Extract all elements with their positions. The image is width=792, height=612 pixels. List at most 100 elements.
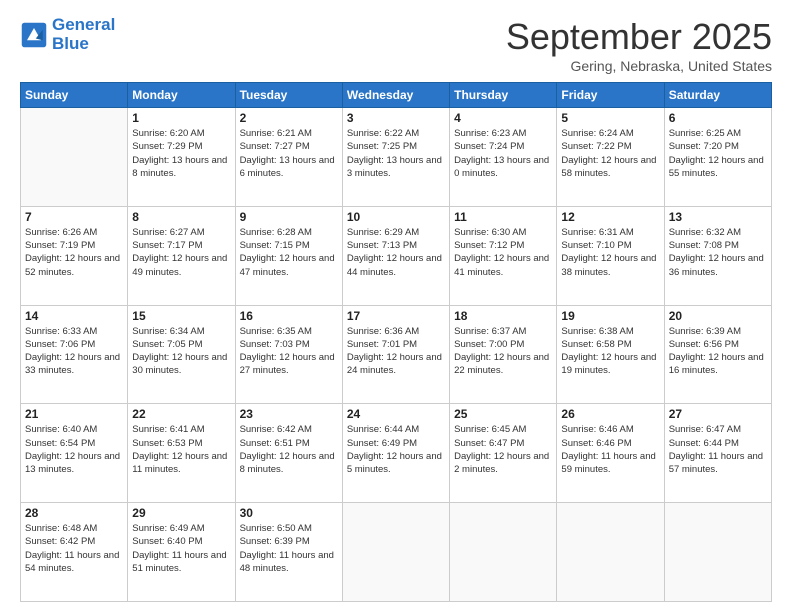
day-info: Sunrise: 6:47 AMSunset: 6:44 PMDaylight:…: [669, 423, 767, 476]
calendar-week-row: 1Sunrise: 6:20 AMSunset: 7:29 PMDaylight…: [21, 108, 772, 207]
day-info: Sunrise: 6:45 AMSunset: 6:47 PMDaylight:…: [454, 423, 552, 476]
day-info: Sunrise: 6:50 AMSunset: 6:39 PMDaylight:…: [240, 522, 338, 575]
day-number: 26: [561, 407, 659, 421]
calendar-cell: 14 Sunrise: 6:33 AMSunset: 7:06 PMDayligh…: [21, 305, 128, 404]
day-number: 9: [240, 210, 338, 224]
calendar-cell: 13Sunrise: 6:32 AMSunset: 7:08 PMDayligh…: [664, 206, 771, 305]
day-number: 30: [240, 506, 338, 520]
calendar-table: SundayMondayTuesdayWednesdayThursdayFrid…: [20, 82, 772, 602]
day-number: 20: [669, 309, 767, 323]
day-number: 22: [132, 407, 230, 421]
day-info: Sunrise: 6:34 AMSunset: 7:05 PMDaylight:…: [132, 325, 230, 378]
day-info: Sunrise: 6:49 AMSunset: 6:40 PMDaylight:…: [132, 522, 230, 575]
calendar-cell: 15 Sunrise: 6:34 AMSunset: 7:05 PMDayligh…: [128, 305, 235, 404]
day-number: 7: [25, 210, 123, 224]
day-of-week-header: Tuesday: [235, 83, 342, 108]
day-info: Sunrise: 6:26 AMSunset: 7:19 PMDaylight:…: [25, 226, 123, 279]
day-info: Sunrise: 6:30 AMSunset: 7:12 PMDaylight:…: [454, 226, 552, 279]
calendar-cell: 27Sunrise: 6:47 AMSunset: 6:44 PMDayligh…: [664, 404, 771, 503]
day-info: Sunrise: 6:36 AMSunset: 7:01 PMDaylight:…: [347, 325, 445, 378]
page: General Blue September 2025 Gering, Nebr…: [0, 0, 792, 612]
calendar-cell: [450, 503, 557, 602]
day-info: Sunrise: 6:27 AMSunset: 7:17 PMDaylight:…: [132, 226, 230, 279]
day-number: 21: [25, 407, 123, 421]
calendar-cell: 23 Sunrise: 6:42 AMSunset: 6:51 PMDayligh…: [235, 404, 342, 503]
day-number: 28: [25, 506, 123, 520]
calendar-cell: 10Sunrise: 6:29 AMSunset: 7:13 PMDayligh…: [342, 206, 449, 305]
day-info: Sunrise: 6:41 AMSunset: 6:53 PMDaylight:…: [132, 423, 230, 476]
day-info: Sunrise: 6:35 AMSunset: 7:03 PMDaylight:…: [240, 325, 338, 378]
day-info: Sunrise: 6:21 AMSunset: 7:27 PMDaylight:…: [240, 127, 338, 180]
calendar-cell: 7 Sunrise: 6:26 AMSunset: 7:19 PMDaylight…: [21, 206, 128, 305]
day-number: 1: [132, 111, 230, 125]
day-info: Sunrise: 6:42 AMSunset: 6:51 PMDaylight:…: [240, 423, 338, 476]
day-info: Sunrise: 6:31 AMSunset: 7:10 PMDaylight:…: [561, 226, 659, 279]
calendar-cell: 30 Sunrise: 6:50 AMSunset: 6:39 PMDayligh…: [235, 503, 342, 602]
day-info: Sunrise: 6:33 AMSunset: 7:06 PMDaylight:…: [25, 325, 123, 378]
calendar-cell: 16 Sunrise: 6:35 AMSunset: 7:03 PMDayligh…: [235, 305, 342, 404]
calendar-cell: 17 Sunrise: 6:36 AMSunset: 7:01 PMDayligh…: [342, 305, 449, 404]
calendar-cell: 25 Sunrise: 6:45 AMSunset: 6:47 PMDayligh…: [450, 404, 557, 503]
calendar-cell: 18Sunrise: 6:37 AMSunset: 7:00 PMDayligh…: [450, 305, 557, 404]
day-number: 12: [561, 210, 659, 224]
calendar-cell: [21, 108, 128, 207]
calendar-week-row: 14 Sunrise: 6:33 AMSunset: 7:06 PMDayligh…: [21, 305, 772, 404]
day-of-week-header: Friday: [557, 83, 664, 108]
day-info: Sunrise: 6:40 AMSunset: 6:54 PMDaylight:…: [25, 423, 123, 476]
day-number: 4: [454, 111, 552, 125]
calendar-cell: 2 Sunrise: 6:21 AMSunset: 7:27 PMDaylight…: [235, 108, 342, 207]
day-number: 17: [347, 309, 445, 323]
day-number: 8: [132, 210, 230, 224]
day-info: Sunrise: 6:25 AMSunset: 7:20 PMDaylight:…: [669, 127, 767, 180]
calendar-week-row: 28Sunrise: 6:48 AMSunset: 6:42 PMDayligh…: [21, 503, 772, 602]
day-info: Sunrise: 6:38 AMSunset: 6:58 PMDaylight:…: [561, 325, 659, 378]
day-number: 2: [240, 111, 338, 125]
day-number: 6: [669, 111, 767, 125]
calendar-cell: 11 Sunrise: 6:30 AMSunset: 7:12 PMDayligh…: [450, 206, 557, 305]
day-of-week-header: Monday: [128, 83, 235, 108]
title-block: September 2025 Gering, Nebraska, United …: [506, 16, 772, 74]
day-number: 14: [25, 309, 123, 323]
calendar-cell: 29 Sunrise: 6:49 AMSunset: 6:40 PMDayligh…: [128, 503, 235, 602]
location-subtitle: Gering, Nebraska, United States: [506, 58, 772, 74]
day-info: Sunrise: 6:37 AMSunset: 7:00 PMDaylight:…: [454, 325, 552, 378]
day-of-week-header: Sunday: [21, 83, 128, 108]
day-number: 5: [561, 111, 659, 125]
day-info: Sunrise: 6:22 AMSunset: 7:25 PMDaylight:…: [347, 127, 445, 180]
days-header-row: SundayMondayTuesdayWednesdayThursdayFrid…: [21, 83, 772, 108]
day-number: 23: [240, 407, 338, 421]
calendar-cell: [664, 503, 771, 602]
calendar-cell: 24Sunrise: 6:44 AMSunset: 6:49 PMDayligh…: [342, 404, 449, 503]
calendar-cell: [557, 503, 664, 602]
day-info: Sunrise: 6:44 AMSunset: 6:49 PMDaylight:…: [347, 423, 445, 476]
calendar-cell: 22 Sunrise: 6:41 AMSunset: 6:53 PMDayligh…: [128, 404, 235, 503]
calendar-cell: 1Sunrise: 6:20 AMSunset: 7:29 PMDaylight…: [128, 108, 235, 207]
day-info: Sunrise: 6:32 AMSunset: 7:08 PMDaylight:…: [669, 226, 767, 279]
calendar-week-row: 7 Sunrise: 6:26 AMSunset: 7:19 PMDaylight…: [21, 206, 772, 305]
calendar-cell: 21 Sunrise: 6:40 AMSunset: 6:54 PMDayligh…: [21, 404, 128, 503]
day-info: Sunrise: 6:23 AMSunset: 7:24 PMDaylight:…: [454, 127, 552, 180]
day-number: 25: [454, 407, 552, 421]
day-number: 16: [240, 309, 338, 323]
day-number: 11: [454, 210, 552, 224]
day-number: 15: [132, 309, 230, 323]
calendar-cell: 8 Sunrise: 6:27 AMSunset: 7:17 PMDaylight…: [128, 206, 235, 305]
logo-icon: [20, 21, 48, 49]
day-number: 29: [132, 506, 230, 520]
logo-text: General Blue: [52, 16, 115, 53]
day-info: Sunrise: 6:39 AMSunset: 6:56 PMDaylight:…: [669, 325, 767, 378]
calendar-cell: 28Sunrise: 6:48 AMSunset: 6:42 PMDayligh…: [21, 503, 128, 602]
day-number: 10: [347, 210, 445, 224]
calendar-cell: 9Sunrise: 6:28 AMSunset: 7:15 PMDaylight…: [235, 206, 342, 305]
calendar-cell: 19Sunrise: 6:38 AMSunset: 6:58 PMDayligh…: [557, 305, 664, 404]
day-info: Sunrise: 6:46 AMSunset: 6:46 PMDaylight:…: [561, 423, 659, 476]
day-of-week-header: Thursday: [450, 83, 557, 108]
calendar-cell: 3Sunrise: 6:22 AMSunset: 7:25 PMDaylight…: [342, 108, 449, 207]
calendar-cell: 6 Sunrise: 6:25 AMSunset: 7:20 PMDaylight…: [664, 108, 771, 207]
day-of-week-header: Saturday: [664, 83, 771, 108]
header: General Blue September 2025 Gering, Nebr…: [20, 16, 772, 74]
calendar-week-row: 21 Sunrise: 6:40 AMSunset: 6:54 PMDayligh…: [21, 404, 772, 503]
calendar-cell: 26 Sunrise: 6:46 AMSunset: 6:46 PMDayligh…: [557, 404, 664, 503]
calendar-cell: 12 Sunrise: 6:31 AMSunset: 7:10 PMDayligh…: [557, 206, 664, 305]
calendar-cell: 20 Sunrise: 6:39 AMSunset: 6:56 PMDayligh…: [664, 305, 771, 404]
